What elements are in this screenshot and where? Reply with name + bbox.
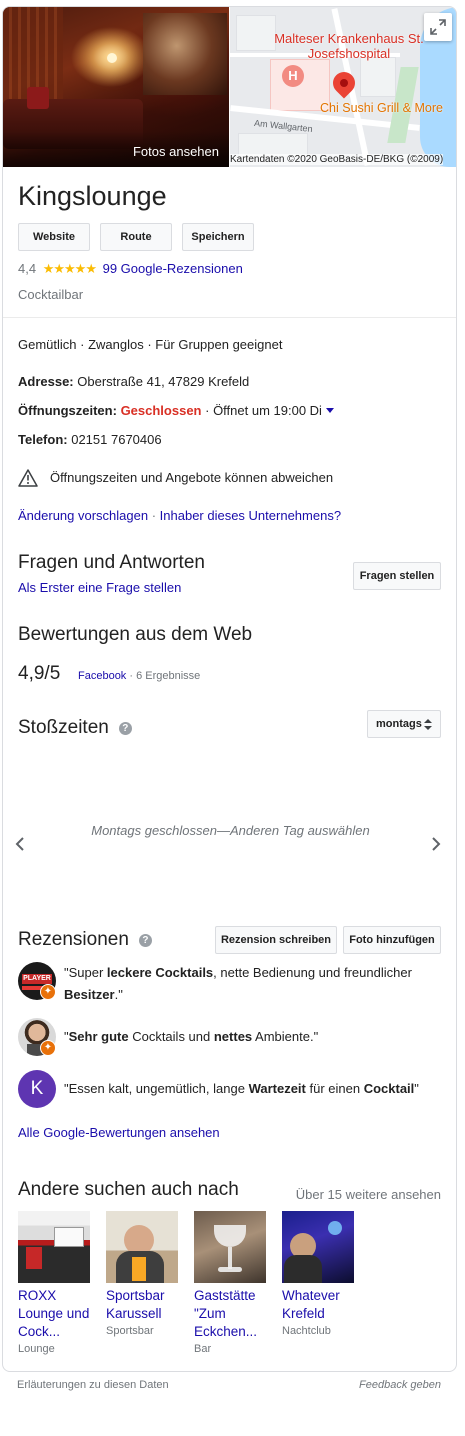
help-icon[interactable]: ? [118,722,132,735]
route-button[interactable]: Route [100,223,172,251]
avatar: K [18,1070,56,1108]
hours-next: · Öffnet um 19:00 Di [205,403,322,418]
hours-warning: Öffnungszeiten und Angebote können abwei… [50,470,334,485]
ask-question-button[interactable]: Fragen stellen [353,562,441,590]
hours-status: Geschlossen [120,403,202,418]
google-reviews-link[interactable]: 99 Google-Rezensionen [103,261,243,276]
feedback-link[interactable]: Feedback geben [359,1379,441,1391]
data-explanations-link[interactable]: Erläuterungen zu diesen Daten [17,1379,169,1391]
business-name: Kingslounge [18,181,167,211]
hours-row[interactable]: Öffnungszeiten: Geschlossen · Öffnet um … [18,403,334,418]
save-button[interactable]: Speichern [182,223,254,251]
map-label-restaurant: Chi Sushi Grill & More [320,101,443,115]
separator: · [148,508,160,523]
also-searched-heading: Andere suchen auch nach [18,1179,239,1200]
address-value[interactable]: Oberstraße 41, 47829 Krefeld [77,374,249,389]
place-name-link[interactable]: Gaststätte "Zum Eckchen... [194,1287,276,1341]
facebook-link[interactable]: Facebook [78,670,126,682]
dropdown-caret-icon[interactable] [325,408,334,413]
phone-label: Telefon: [18,432,68,447]
place-category: Bar [194,1343,212,1355]
photos-link[interactable]: Fotos ansehen [133,144,219,159]
warning-icon [18,469,38,487]
address-label: Adresse: [18,374,74,389]
write-review-button[interactable]: Rezension schreiben [215,926,337,954]
web-review-count: · 6 Ergebnisse [129,670,201,682]
location-map[interactable]: H Malteser Krankenhaus St. Josefshospita… [230,7,456,167]
help-icon[interactable]: ? [138,934,152,947]
more-link[interactable]: Über 15 weitere ansehen [296,1187,441,1202]
place-name-link[interactable]: Sportsbar Karussell [106,1287,188,1323]
expand-icon [430,19,446,35]
local-guide-badge-icon: ✦ [40,1040,56,1056]
map-attribution: Kartendaten ©2020 GeoBasis-DE/BKG (©2009… [230,154,444,165]
chevron-right-icon[interactable] [431,837,441,851]
address-row: Adresse: Oberstraße 41, 47829 Krefeld [18,374,249,389]
day-select[interactable]: montags [367,710,441,738]
web-review-score: 4,9/5 [18,663,61,684]
hours-label: Öffnungszeiten: [18,403,117,418]
web-reviews-heading: Bewertungen aus dem Web [18,624,253,645]
expand-map-button[interactable] [424,13,452,41]
all-reviews-link[interactable]: Alle Google-Bewertungen ansehen [18,1125,220,1140]
venue-photo[interactable]: Fotos ansehen [3,7,229,167]
star-rating-icon: ★★★★★ [42,261,97,276]
review-text: "Super leckere Cocktails, nette Bedienun… [64,965,412,1002]
place-name-link[interactable]: Whatever Krefeld [282,1287,364,1323]
phone-row: Telefon: 02151 7670406 [18,432,162,447]
place-name-link[interactable]: ROXX Lounge und Cock... [18,1287,100,1341]
place-thumbnail[interactable] [194,1211,266,1283]
attributes: Gemütlich · Zwanglos · Für Gruppen geeig… [18,337,283,352]
review-snippet[interactable]: PLAYER ✦ "Super leckere Cocktails, nette… [18,962,443,1002]
place-category: Lounge [18,1343,55,1355]
updown-arrows-icon [424,719,432,730]
place-category: Nachtclub [282,1325,331,1337]
review-snippet[interactable]: ✦ "Sehr gute Cocktails und nettes Ambien… [18,1018,443,1058]
place-thumbnail[interactable] [282,1211,354,1283]
review-snippet[interactable]: K "Essen kalt, ungemütlich, lange Wartez… [18,1070,443,1110]
hospital-icon: H [282,65,304,87]
local-guide-badge-icon: ✦ [40,984,56,1000]
map-label-street: Am Wallgarten [253,117,314,135]
owner-link[interactable]: Inhaber dieses Unternehmens? [160,508,341,523]
place-category: Sportsbar [106,1325,154,1337]
qa-heading: Fragen und Antworten [18,552,205,573]
review-text: "Essen kalt, ungemütlich, lange Wartezei… [64,1081,419,1096]
place-thumbnail[interactable] [106,1211,178,1283]
divider [3,317,456,318]
hero-images: Fotos ansehen H Malteser Krankenhaus St.… [3,7,456,167]
map-label-hospital: Malteser Krankenhaus St. Josefshospital [274,31,424,61]
business-category: Cocktailbar [18,287,84,302]
rating-row: 4,4 ★★★★★ 99 Google-Rezensionen [18,261,243,277]
avatar-logo-text: PLAYER [22,974,52,984]
review-text: "Sehr gute Cocktails und nettes Ambiente… [64,1029,319,1044]
popular-times-heading: Stoßzeiten? [18,717,132,739]
edit-links: Änderung vorschlagen · Inhaber dieses Un… [18,508,341,523]
suggest-edit-link[interactable]: Änderung vorschlagen [18,508,148,523]
web-review-source: Facebook · 6 Ergebnisse [78,670,200,682]
rating-value: 4,4 [18,261,37,276]
first-question-link[interactable]: Als Erster eine Frage stellen [18,580,181,595]
reviews-heading: Rezensionen? [18,929,152,951]
chevron-left-icon[interactable] [15,837,25,851]
popular-times-empty-message[interactable]: Montags geschlossen—Anderen Tag auswähle… [18,823,443,838]
place-thumbnail[interactable] [18,1211,90,1283]
phone-value[interactable]: 02151 7670406 [71,432,161,447]
add-photo-button[interactable]: Foto hinzufügen [343,926,441,954]
website-button[interactable]: Website [18,223,90,251]
knowledge-panel: Fotos ansehen H Malteser Krankenhaus St.… [2,6,457,1372]
